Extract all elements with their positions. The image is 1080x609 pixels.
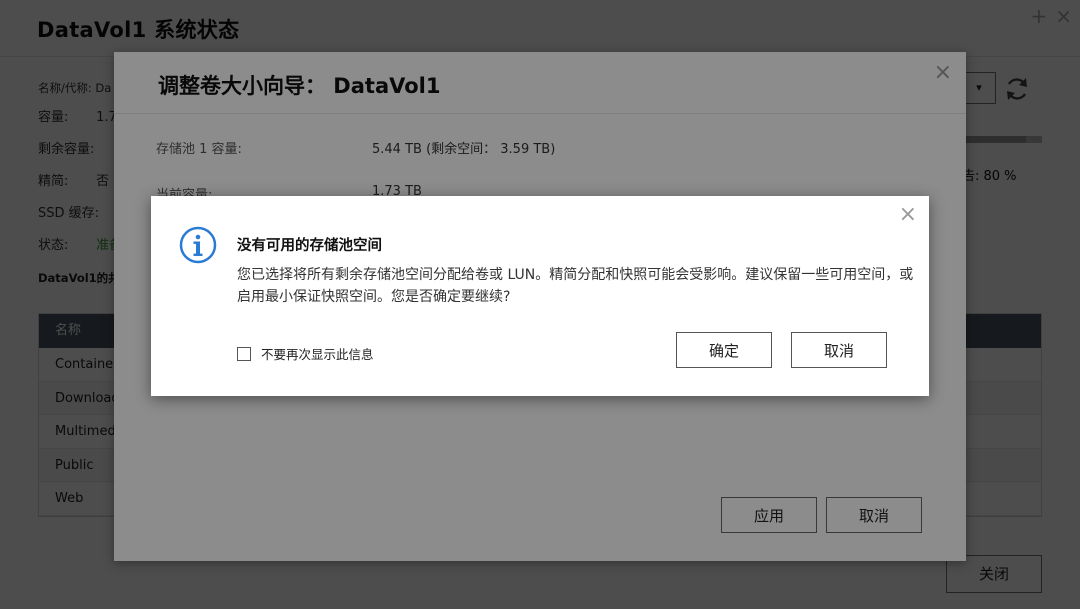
checkbox-label: 不要再次显示此信息 bbox=[261, 347, 374, 362]
dialog-close-icon[interactable]: × bbox=[899, 202, 917, 227]
dialog-title: 没有可用的存储池空间 bbox=[237, 238, 382, 254]
info-icon bbox=[179, 226, 217, 264]
dialog-cancel-button[interactable]: 取消 bbox=[791, 332, 887, 368]
dont-show-again-checkbox[interactable]: 不要再次显示此信息 bbox=[237, 344, 374, 363]
checkbox-box[interactable] bbox=[237, 346, 251, 361]
dialog-message: 您已选择将所有剩余存储池空间分配给卷或 LUN。精简分配和快照可能会受影响。建议… bbox=[237, 267, 914, 305]
no-pool-space-dialog: × 没有可用的存储池空间 您已选择将所有剩余存储池空间分配给卷或 LUN。精简分… bbox=[151, 196, 929, 396]
confirm-button[interactable]: 确定 bbox=[676, 332, 772, 368]
